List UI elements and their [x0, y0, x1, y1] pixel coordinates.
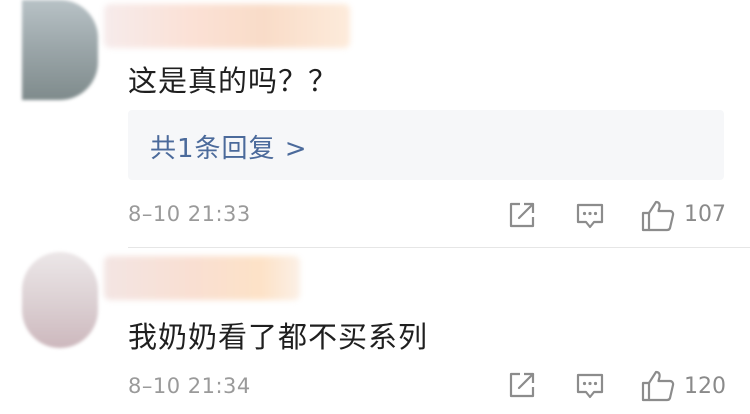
avatar[interactable]: [22, 0, 98, 100]
forward-icon[interactable]: [506, 199, 538, 231]
reply-comment-icon[interactable]: [574, 199, 606, 231]
thumbs-up-icon[interactable]: [640, 199, 676, 233]
thumbs-up-icon[interactable]: [640, 369, 676, 403]
username-blurred[interactable]: [104, 4, 350, 48]
like-count[interactable]: 120: [684, 374, 726, 399]
comment-item: 我奶奶看了都不买系列 8–10 21:34 120: [0, 248, 750, 414]
comment-timestamp: 8–10 21:34: [128, 374, 251, 398]
comment-item: 这是真的吗？？ 共1条回复 > 8–10 21:33 107: [0, 0, 750, 248]
comment-text: 我奶奶看了都不买系列: [128, 320, 429, 354]
username-blurred[interactable]: [104, 256, 300, 300]
view-replies-button[interactable]: 共1条回复 >: [128, 110, 724, 180]
like-count[interactable]: 107: [684, 202, 726, 227]
reply-comment-icon[interactable]: [574, 369, 606, 401]
replies-label: 共1条回复 >: [150, 134, 308, 164]
forward-icon[interactable]: [506, 369, 538, 401]
comment-timestamp: 8–10 21:33: [128, 202, 251, 226]
comment-text: 这是真的吗？？: [128, 64, 339, 98]
avatar[interactable]: [22, 252, 98, 348]
